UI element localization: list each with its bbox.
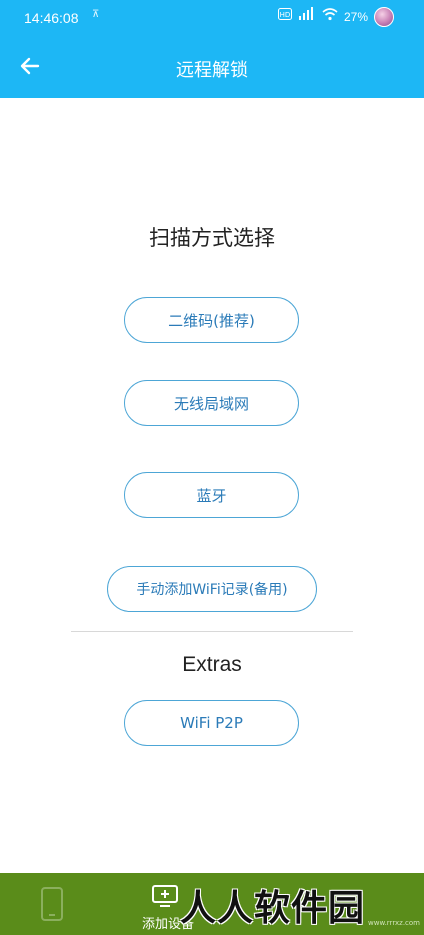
status-time: 14:46:08 [24, 10, 79, 26]
bottom-bar: 添加设备 人人软件园 www.rrrxz.com [0, 873, 424, 935]
status-icons: HD 27% [277, 7, 394, 27]
status-bar: 14:46:08 ⊼ HD 27% [0, 0, 424, 34]
battery-level: 27% [343, 10, 368, 24]
qr-code-button[interactable]: 二维码(推荐) [124, 297, 299, 343]
svg-text:HD: HD [280, 11, 291, 19]
extras-heading: Extras [182, 653, 242, 676]
avatar [374, 7, 394, 27]
phone-icon [41, 887, 63, 921]
manual-wifi-record-button[interactable]: 手动添加WiFi记录(备用) [107, 566, 317, 612]
bluetooth-button[interactable]: 蓝牙 [124, 472, 299, 518]
app-bar: 远程解锁 [0, 34, 424, 98]
add-device-icon [152, 885, 178, 907]
wlan-button[interactable]: 无线局域网 [124, 380, 299, 426]
hd-icon: HD [277, 8, 292, 26]
page-title: 远程解锁 [176, 60, 248, 81]
signal-icon [298, 7, 316, 27]
scan-method-heading: 扫描方式选择 [149, 226, 275, 250]
wifi-p2p-button[interactable]: WiFi P2P [124, 700, 299, 746]
watermark-url: www.rrrxz.com [368, 919, 420, 927]
wifi-icon [322, 7, 338, 27]
watermark: 人人软件园 [180, 888, 366, 929]
notification-icon: ⊼ [92, 9, 100, 20]
divider [71, 631, 353, 632]
